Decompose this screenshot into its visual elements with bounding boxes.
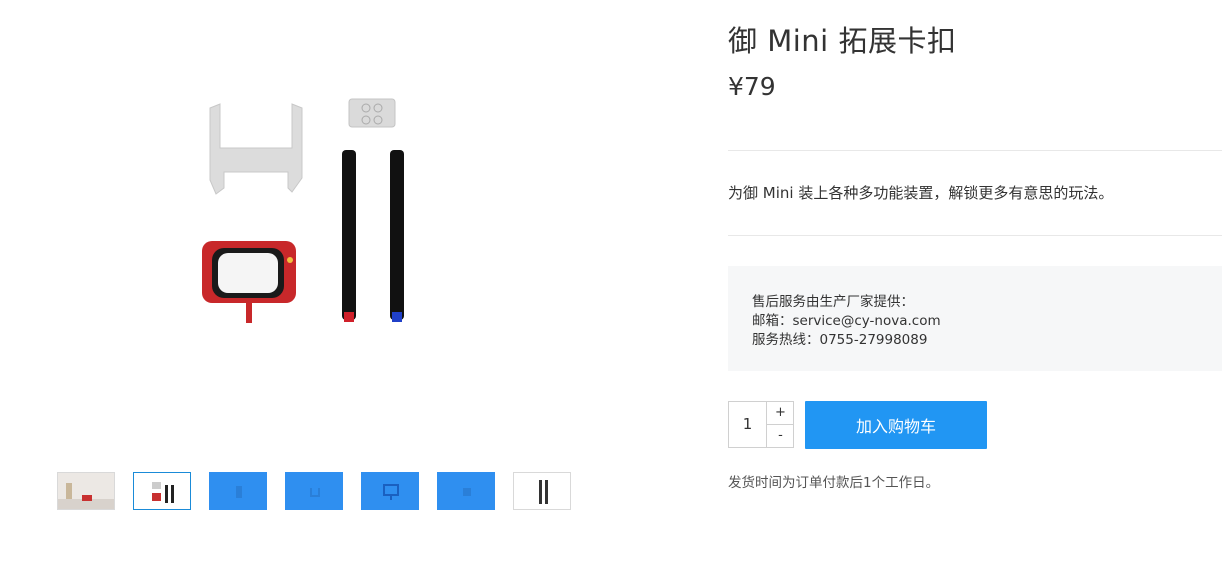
holder-clip-shape bbox=[209, 103, 303, 195]
shipping-note: 发货时间为订单付款后1个工作日。 bbox=[728, 475, 940, 491]
quantity-increase-button[interactable]: + bbox=[767, 402, 794, 425]
divider bbox=[728, 235, 1222, 236]
service-hotline: 服务热线：0755-27998089 bbox=[752, 332, 928, 348]
thumbnail-5[interactable] bbox=[361, 472, 419, 510]
after-sales-service-box: 售后服务由生产厂家提供： 邮箱：service@cy-nova.com 服务热线… bbox=[728, 266, 1222, 371]
quantity-input[interactable]: 1 bbox=[729, 402, 766, 447]
quantity-decrease-button[interactable]: - bbox=[767, 425, 794, 447]
quantity-stepper: 1 + - bbox=[728, 401, 794, 448]
add-to-cart-button[interactable]: 加入购物车 bbox=[805, 401, 987, 449]
pen-red-shape bbox=[342, 150, 356, 320]
pen-blue-shape bbox=[390, 150, 404, 320]
thumbnail-4[interactable] bbox=[285, 472, 343, 510]
product-description: 为御 Mini 装上各种多功能装置，解锁更多有意思的玩法。 bbox=[728, 184, 1114, 202]
main-product-image bbox=[160, 80, 460, 360]
thumbnail-2[interactable] bbox=[133, 472, 191, 510]
thumbnail-3[interactable] bbox=[209, 472, 267, 510]
quantity-buttons: + - bbox=[766, 402, 794, 447]
service-provider-label: 售后服务由生产厂家提供： bbox=[752, 294, 914, 310]
thumbnail-6[interactable] bbox=[437, 472, 495, 510]
product-price: ¥79 bbox=[728, 72, 776, 101]
divider bbox=[728, 150, 1222, 151]
sensor-tile-shape bbox=[348, 98, 396, 128]
product-title: 御 Mini 拓展卡扣 bbox=[728, 24, 957, 58]
service-email: 邮箱：service@cy-nova.com bbox=[752, 313, 941, 329]
thumbnail-strip bbox=[57, 472, 589, 510]
thumbnail-1[interactable] bbox=[57, 472, 115, 510]
thumbnail-7[interactable] bbox=[513, 472, 571, 510]
